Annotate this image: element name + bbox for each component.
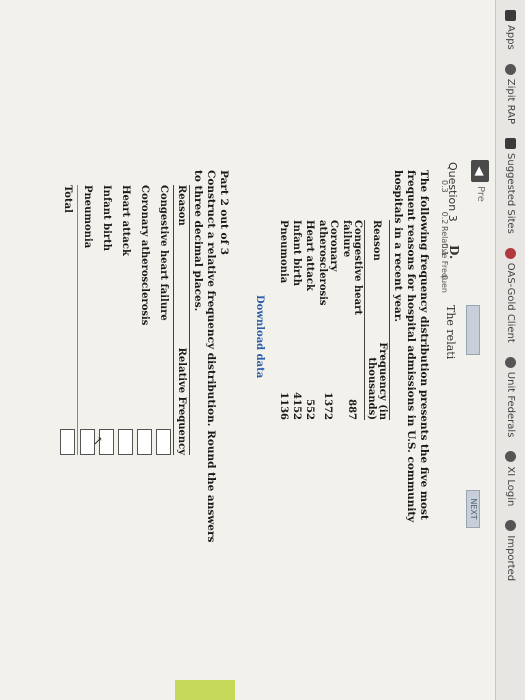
bookmark-item[interactable]: Suggested Sites xyxy=(505,138,516,234)
bookmark-label: Suggested Sites xyxy=(505,153,516,234)
answer-cell xyxy=(58,338,78,455)
answer-input[interactable] xyxy=(156,429,171,455)
reason-cell: Infant birth xyxy=(101,185,112,252)
bookmarks-bar: Apps Zipit RAP Suggested Sites OAS-Gold Cli… xyxy=(495,0,525,700)
part-title: Part 2 out of 3 xyxy=(218,170,230,256)
col-header-reason: Reason xyxy=(364,220,390,327)
side-tab[interactable] xyxy=(175,680,235,700)
answer-input[interactable] xyxy=(60,429,75,455)
bookmark-label: Apps xyxy=(505,25,516,50)
reason-cell: Heart attack xyxy=(304,220,315,291)
table-row: Pneumonia 1136 xyxy=(277,220,290,420)
bookmark-item[interactable]: XI Login xyxy=(505,451,516,506)
frequency-cell: 887 xyxy=(346,399,358,420)
reason-cell: Pneumonia xyxy=(82,185,93,249)
check-button[interactable] xyxy=(466,305,480,355)
answer-cell xyxy=(135,338,154,455)
part-header: Part 2 out of 3 Construct a relative fre… xyxy=(191,170,230,550)
table-row: Congestive heart failure 887 xyxy=(340,220,365,420)
table-row: Heart attack 552 xyxy=(303,220,316,420)
browser-page: Apps Zipit RAP Suggested Sites OAS-Gold Cli… xyxy=(0,0,525,700)
axis-tick: 0.2 xyxy=(440,211,449,225)
table-row: Infant birth 4152 xyxy=(290,220,303,420)
bookmark-item[interactable]: Zipit RAP xyxy=(505,63,516,125)
next-button[interactable]: NEXT xyxy=(466,490,480,528)
bookmark-item[interactable]: Apps xyxy=(505,10,516,50)
reason-cell: Congestive heart failure xyxy=(341,220,363,315)
question-content: The following frequency distribution pre… xyxy=(0,160,430,700)
bookmark-item[interactable]: Unit Federals xyxy=(505,356,516,438)
question-rail: ◀ Pre Question 3 D. 0.3 0.2 0.1 0 Relative … xyxy=(435,160,495,700)
bookmark-label: OAS-Gold Client xyxy=(505,262,516,343)
bookmark-item[interactable]: Imported xyxy=(505,520,516,581)
question-intro: The following frequency distribution pre… xyxy=(392,170,430,523)
reason-cell: Infant birth xyxy=(291,220,302,287)
suggested-sites-icon xyxy=(505,138,516,150)
relative-frequency-table: Reason Relative Frequency Congestive hea… xyxy=(58,185,190,455)
bookmark-label: XI Login xyxy=(505,466,516,507)
table-row: Congestive heart failure xyxy=(154,185,174,455)
frequency-cell: 1136 xyxy=(278,392,289,420)
reason-cell: Congestive heart failure xyxy=(158,185,169,321)
table-row: Total xyxy=(58,185,78,455)
bookmark-item[interactable]: OAS-Gold Client xyxy=(505,247,516,343)
frequency-table: Reason Frequency (in thousands) Congesti… xyxy=(277,220,390,420)
table-row: Coronary atherosclerosis xyxy=(135,185,154,455)
reason-cell: Heart attack xyxy=(120,185,131,256)
unit-icon xyxy=(505,356,516,368)
oas-icon xyxy=(505,247,516,259)
reason-cell: Coronary atherosclerosis xyxy=(317,220,339,306)
reason-cell: Total xyxy=(58,185,78,338)
imported-icon xyxy=(505,520,516,532)
apps-grid-icon xyxy=(505,10,516,21)
axis-tick: 0.3 xyxy=(440,180,449,193)
option-letter: D. xyxy=(447,245,461,260)
table-row: Pneumonia xyxy=(78,185,98,455)
bookmark-label: Unit Federals xyxy=(505,371,516,438)
frequency-cell: 552 xyxy=(304,399,315,420)
answer-cell xyxy=(154,338,174,455)
mouse-cursor-icon: ↖ xyxy=(91,436,105,447)
prev-label[interactable]: Pre xyxy=(475,186,486,202)
reason-cell: Pneumonia xyxy=(278,220,289,284)
table-row: Coronary atherosclerosis 1372 xyxy=(316,220,340,420)
bookmark-label: Imported xyxy=(505,535,516,582)
back-arrow-icon[interactable]: ◀ xyxy=(471,160,489,182)
frequency-cell: 1372 xyxy=(322,392,334,420)
answer-input[interactable] xyxy=(118,429,133,455)
frequency-cell: 4152 xyxy=(291,392,302,420)
part-instruction: Construct a relative frequency distribut… xyxy=(192,170,217,543)
table-row: Heart attack xyxy=(116,185,135,455)
truncated-text: The relati xyxy=(444,305,457,360)
table-row: Infant birth xyxy=(97,185,116,455)
download-data-link[interactable]: Download data xyxy=(254,295,265,378)
xi-icon xyxy=(505,451,516,463)
answer-cell xyxy=(116,338,135,455)
col-header-relative-frequency: Relative Frequency xyxy=(173,338,190,455)
reason-cell: Coronary atherosclerosis xyxy=(139,185,150,326)
col-header-reason: Reason xyxy=(173,185,190,338)
answer-input[interactable] xyxy=(137,429,152,455)
bookmark-label: Zipit RAP xyxy=(505,78,516,125)
zipit-icon xyxy=(505,63,516,75)
col-header-frequency: Frequency (in thousands) xyxy=(364,326,390,420)
